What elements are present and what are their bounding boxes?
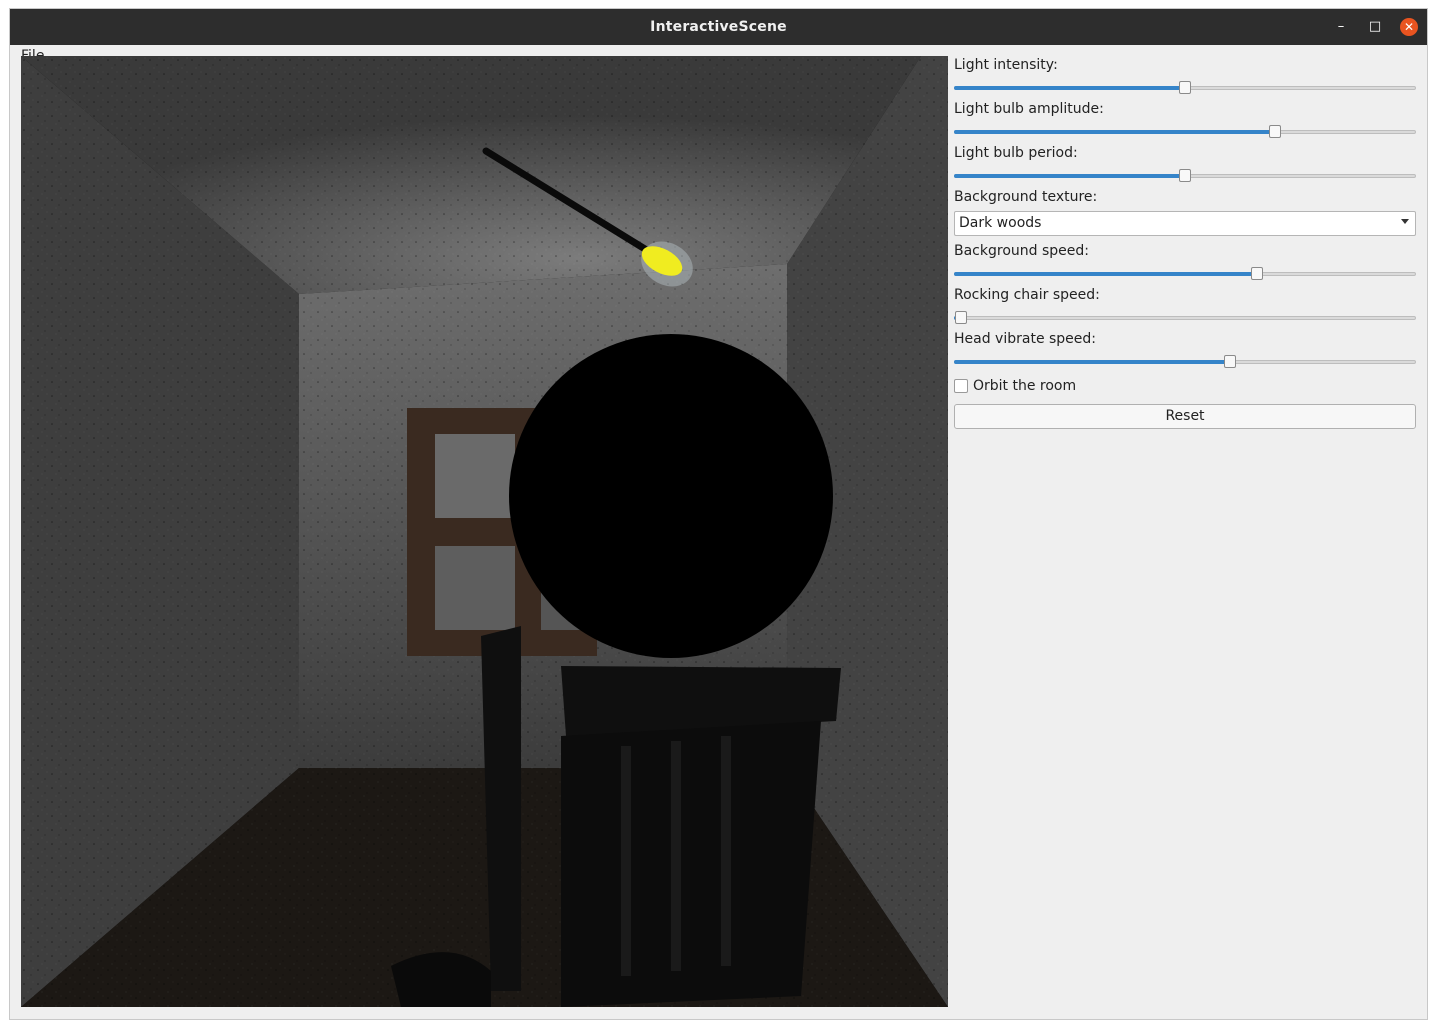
title-bar[interactable]: InteractiveScene – □ ✕: [10, 9, 1427, 45]
scene-viewport[interactable]: [21, 56, 948, 1007]
slider-fill: [954, 360, 1230, 364]
slider-handle[interactable]: [1223, 355, 1236, 368]
orbit-label[interactable]: Orbit the room: [973, 378, 1076, 394]
slider-fill: [954, 86, 1185, 90]
slider-handle[interactable]: [1250, 267, 1263, 280]
reset-button[interactable]: Reset: [954, 404, 1416, 429]
background-speed-label: Background speed:: [954, 243, 1089, 259]
rocking-chair-speed-slider[interactable]: [954, 308, 1416, 326]
window-title: InteractiveScene: [650, 19, 787, 35]
slider-handle[interactable]: [1179, 169, 1191, 182]
slider-fill: [954, 272, 1257, 276]
chevron-down-icon: [1401, 219, 1409, 224]
head-vibrate-speed-slider[interactable]: [954, 352, 1416, 370]
slider-fill: [954, 130, 1275, 134]
slider-handle[interactable]: [1179, 81, 1191, 94]
minimize-button[interactable]: –: [1332, 18, 1350, 36]
slider-handle[interactable]: [955, 311, 967, 324]
background-texture-select[interactable]: Dark woods: [954, 211, 1416, 236]
scene-render: [21, 56, 948, 1007]
orbit-checkbox[interactable]: [954, 379, 968, 393]
head-vibrate-speed-label: Head vibrate speed:: [954, 331, 1097, 347]
rocking-chair-speed-label: Rocking chair speed:: [954, 287, 1100, 303]
slider-groove: [954, 316, 1416, 320]
bulb-amplitude-label: Light bulb amplitude:: [954, 101, 1104, 117]
light-intensity-label: Light intensity:: [954, 57, 1058, 73]
slider-handle[interactable]: [1268, 125, 1281, 138]
bulb-period-slider[interactable]: [954, 166, 1416, 184]
app-window: InteractiveScene – □ ✕ File: [9, 8, 1428, 1020]
background-texture-value: Dark woods: [959, 215, 1042, 231]
background-speed-slider[interactable]: [954, 264, 1416, 282]
close-button[interactable]: ✕: [1400, 18, 1418, 36]
light-intensity-slider[interactable]: [954, 78, 1416, 96]
bulb-amplitude-slider[interactable]: [954, 122, 1416, 140]
bulb-period-label: Light bulb period:: [954, 145, 1078, 161]
slider-fill: [954, 174, 1185, 178]
maximize-button[interactable]: □: [1366, 18, 1384, 36]
background-texture-label: Background texture:: [954, 189, 1098, 205]
